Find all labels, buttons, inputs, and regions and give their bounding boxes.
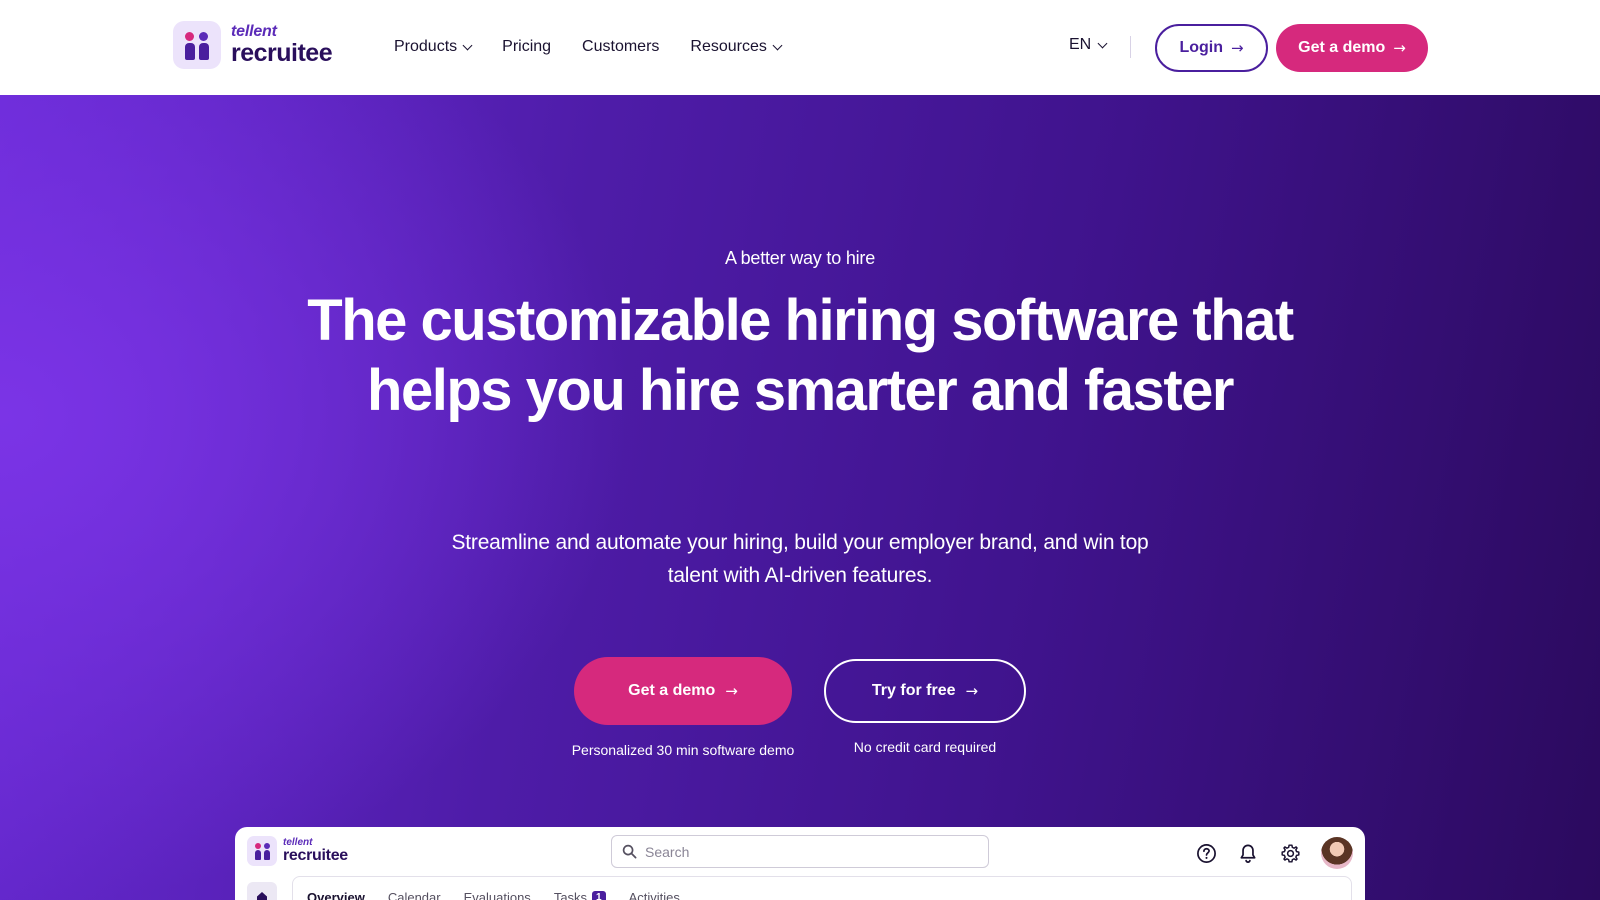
tab-label: Overview: [307, 890, 365, 900]
tab-overview[interactable]: Overview: [307, 890, 365, 900]
language-selector[interactable]: EN: [1069, 36, 1108, 54]
preview-logo-product: recruitee: [283, 847, 348, 864]
tab-label: Activities: [628, 890, 680, 900]
app-preview: tellent recruitee Search Overview Calend…: [235, 827, 1365, 900]
login-label: Login: [1179, 39, 1223, 56]
logo-text: tellent recruitee: [231, 23, 333, 67]
hero-headline: The customizable hiring software that he…: [307, 288, 1294, 423]
login-button[interactable]: Login →: [1155, 24, 1268, 72]
get-demo-label: Get a demo: [1298, 39, 1386, 56]
tab-label: Tasks: [553, 890, 588, 900]
logo-mark-icon: [173, 21, 221, 69]
arrow-right-icon: →: [1393, 39, 1406, 57]
try-free-button[interactable]: Try for free →: [824, 659, 1026, 723]
search-icon: [622, 844, 637, 859]
tab-label: Calendar: [387, 890, 441, 900]
demo-note: Personalized 30 min software demo: [571, 742, 795, 758]
logo[interactable]: tellent recruitee: [173, 21, 333, 69]
chevron-down-icon: [462, 40, 473, 50]
get-demo-button[interactable]: Get a demo →: [574, 657, 792, 725]
nav-item-products[interactable]: Products: [394, 35, 473, 59]
header-divider: [1130, 36, 1131, 58]
search-input[interactable]: [645, 843, 965, 860]
chevron-down-icon: [1097, 38, 1108, 48]
tab-label: Evaluations: [463, 890, 531, 900]
tab-tasks[interactable]: Tasks 1: [554, 890, 606, 900]
avatar[interactable]: [1321, 837, 1353, 869]
free-trial-note: No credit card required: [853, 739, 997, 755]
site-header: tellent recruitee Products Pricing Custo…: [0, 0, 1600, 95]
try-free-label: Try for free: [871, 682, 956, 699]
home-button[interactable]: [247, 882, 277, 900]
preview-logo-text: tellent recruitee: [283, 838, 348, 864]
logo-product: recruitee: [231, 39, 333, 67]
gear-icon[interactable]: [1279, 842, 1301, 864]
language-label: EN: [1069, 36, 1092, 53]
nav-item-label: Customers: [582, 38, 660, 55]
home-icon: [257, 892, 267, 900]
logo-mark-icon: [247, 836, 277, 866]
arrow-right-icon: →: [1230, 39, 1244, 57]
tab-calendar[interactable]: Calendar: [388, 890, 441, 900]
preview-tabs: Overview Calendar Evaluations Tasks 1 Ac…: [307, 890, 680, 900]
nav-item-customers[interactable]: Customers: [582, 35, 659, 59]
main-nav: Products Pricing Customers Resources: [394, 35, 783, 59]
hero-eyebrow: A better way to hire: [724, 248, 876, 268]
preview-tabs-panel: Overview Calendar Evaluations Tasks 1 Ac…: [292, 876, 1352, 900]
nav-item-label: Products: [394, 38, 458, 55]
get-demo-header-button[interactable]: Get a demo →: [1276, 24, 1428, 72]
preview-toolbar: [1195, 837, 1353, 869]
chevron-down-icon: [772, 40, 783, 50]
get-demo-label: Get a demo: [628, 682, 716, 699]
nav-item-pricing[interactable]: Pricing: [502, 35, 551, 59]
nav-item-resources[interactable]: Resources: [690, 35, 783, 59]
nav-item-label: Resources: [690, 38, 767, 55]
logo-brand: tellent: [231, 23, 277, 40]
tab-evaluations[interactable]: Evaluations: [464, 890, 531, 900]
tab-activities[interactable]: Activities: [629, 890, 680, 900]
arrow-right-icon: →: [725, 682, 738, 700]
preview-logo: tellent recruitee: [247, 836, 348, 866]
arrow-right-icon: →: [965, 682, 979, 700]
nav-item-label: Pricing: [502, 38, 552, 55]
bell-icon[interactable]: [1237, 842, 1259, 864]
hero-section: [0, 95, 1600, 900]
help-icon[interactable]: [1195, 842, 1217, 864]
preview-search: [611, 835, 989, 868]
hero-subtitle: Streamline and automate your hiring, bui…: [451, 531, 1149, 587]
tasks-count-badge: 1: [592, 891, 606, 900]
